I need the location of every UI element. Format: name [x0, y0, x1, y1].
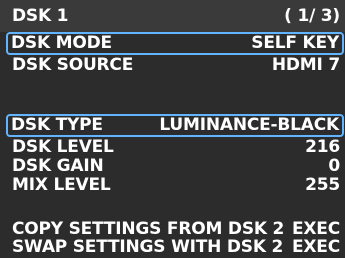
menu-item-dsk-mode[interactable]: DSK MODE SELF KEY	[6, 32, 344, 55]
dsk-source-value: HDMI 7	[271, 55, 340, 75]
menu-item-dsk-source[interactable]: DSK SOURCE HDMI 7	[10, 55, 340, 75]
header-row: DSK 1 ( 1/ 3)	[10, 6, 340, 26]
dsk-level-value: 216	[305, 137, 340, 157]
dsk-level-label: DSK LEVEL	[12, 137, 114, 157]
swap-settings-label: SWAP SETTINGS WITH DSK 2	[12, 237, 284, 257]
menu-item-swap-settings[interactable]: SWAP SETTINGS WITH DSK 2 EXEC	[10, 237, 340, 257]
menu-item-mix-level[interactable]: MIX LEVEL 255	[10, 175, 340, 195]
dsk-type-label: DSK TYPE	[11, 115, 103, 135]
copy-settings-exec[interactable]: EXEC	[292, 219, 340, 239]
dsk-mode-value: SELF KEY	[251, 33, 339, 53]
mix-level-label: MIX LEVEL	[12, 175, 111, 195]
menu-item-dsk-type[interactable]: DSK TYPE LUMINANCE-BLACK	[6, 114, 344, 137]
swap-settings-exec[interactable]: EXEC	[292, 237, 340, 257]
dsk-menu-screen: DSK 1 ( 1/ 3) DSK MODE SELF KEY DSK SOUR…	[0, 0, 345, 258]
dsk-type-value: LUMINANCE-BLACK	[159, 115, 339, 135]
menu-title: DSK 1	[12, 6, 69, 26]
menu-item-dsk-level[interactable]: DSK LEVEL 216	[10, 137, 340, 157]
copy-settings-label: COPY SETTINGS FROM DSK 2	[12, 219, 285, 239]
menu-item-dsk-gain[interactable]: DSK GAIN 0	[10, 156, 340, 176]
mix-level-value: 255	[305, 175, 340, 195]
menu-item-copy-settings[interactable]: COPY SETTINGS FROM DSK 2 EXEC	[10, 219, 340, 239]
dsk-mode-label: DSK MODE	[11, 33, 112, 53]
dsk-gain-value: 0	[328, 156, 340, 176]
menu-header: DSK 1 ( 1/ 3)	[0, 0, 345, 32]
dsk-source-label: DSK SOURCE	[12, 55, 134, 75]
page-indicator: ( 1/ 3)	[284, 6, 340, 26]
dsk-gain-label: DSK GAIN	[12, 156, 104, 176]
